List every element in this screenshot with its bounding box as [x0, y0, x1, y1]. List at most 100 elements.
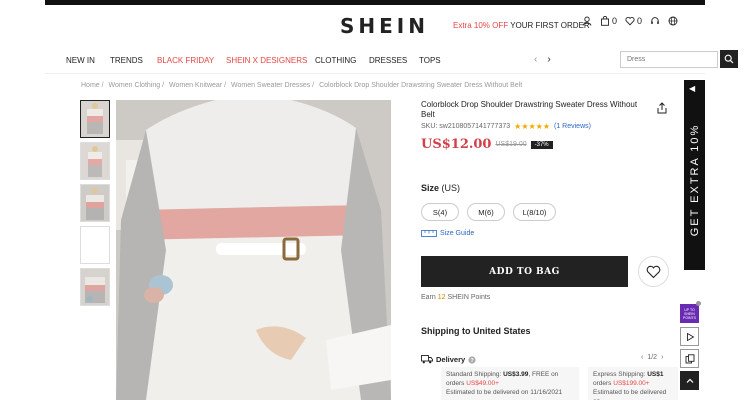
- sku-row: SKU: sw2108057141777373 ★★★★★ (1 Reviews…: [421, 122, 591, 131]
- support-icon[interactable]: [650, 16, 660, 26]
- thumbnail-1[interactable]: [80, 100, 110, 138]
- search-button[interactable]: [720, 50, 738, 68]
- globe-icon[interactable]: [668, 16, 678, 26]
- nav-item-shein-x-designers[interactable]: SHEIN X DESIGNERS: [226, 56, 307, 65]
- wishlist-button[interactable]: 0: [625, 16, 642, 26]
- close-badge-icon[interactable]: [696, 301, 701, 306]
- express-estimate: Estimated to be delivered on: [593, 389, 667, 400]
- discount-badge: -37%: [530, 140, 553, 149]
- chevron-up-icon: [686, 378, 693, 383]
- standard-threshold: US$49.00+: [466, 380, 499, 387]
- product-title: Colorblock Drop Shoulder Drawstring Swea…: [421, 100, 638, 119]
- nav-item-clothing[interactable]: CLOTHING: [315, 56, 356, 65]
- thumbnail-4[interactable]: [80, 226, 110, 264]
- nav-item-trends[interactable]: TRENDS: [110, 56, 143, 65]
- breadcrumb-current: Colorblock Drop Shoulder Drawstring Swea…: [319, 82, 523, 89]
- reviews-link[interactable]: (1 Reviews): [554, 123, 591, 130]
- size-option-m[interactable]: M(6): [467, 203, 505, 221]
- size-label: Size (US): [421, 183, 460, 193]
- points-value: 12: [437, 294, 446, 301]
- nav-prev-icon[interactable]: ‹: [534, 54, 537, 65]
- standard-estimate: Estimated to be delivered on 11/16/2021: [446, 389, 563, 396]
- points-info: Earn 12 SHEIN Points: [421, 294, 490, 301]
- delivery-label: Delivery: [436, 355, 466, 364]
- collapse-arrow-icon[interactable]: ◀: [689, 84, 695, 93]
- size-option-s[interactable]: S(4): [421, 203, 459, 221]
- main-product-image[interactable]: [116, 100, 391, 400]
- heart-outline-icon: [646, 265, 661, 278]
- pager-next-icon[interactable]: ›: [661, 354, 663, 361]
- heart-icon: [625, 17, 635, 26]
- express-label: Express Shipping:: [593, 371, 646, 378]
- points-promo-badge[interactable]: UP TO SHEIN POINTS: [680, 304, 699, 323]
- standard-shipping-card: Standard Shipping: US$3.99, FREE on orde…: [441, 367, 579, 400]
- thumbnail-5[interactable]: [80, 268, 110, 306]
- promo-highlight: Extra 10% OFF: [453, 21, 509, 30]
- wishlist-heart-button[interactable]: [638, 256, 669, 287]
- compare-button[interactable]: [680, 349, 699, 368]
- site-header: SHEIN Extra 10% OFF YOUR FIRST ORDER 0 0: [45, 5, 705, 45]
- shipping-title: Shipping to United States: [421, 326, 531, 336]
- help-icon[interactable]: ?: [468, 355, 476, 364]
- ruler-icon: [421, 230, 437, 237]
- share-icon: [657, 102, 667, 114]
- thumbnail-2[interactable]: [80, 142, 110, 180]
- copy-icon: [685, 353, 694, 363]
- original-price: US$19.00: [495, 141, 527, 148]
- rating-stars-icon: ★★★★★: [514, 122, 550, 131]
- standard-label: Standard Shipping:: [446, 371, 502, 378]
- nav-item-tops[interactable]: TOPS: [419, 56, 441, 65]
- play-icon: [686, 332, 694, 341]
- account-icon[interactable]: [582, 16, 592, 26]
- size-heading: Size: [421, 183, 440, 193]
- nav-item-new-in[interactable]: NEW IN: [66, 56, 95, 65]
- main-nav: NEW IN TRENDS BLACK FRIDAY SHEIN X DESIG…: [45, 48, 738, 74]
- size-guide-label: Size Guide: [440, 230, 475, 237]
- first-order-promo[interactable]: Extra 10% OFF YOUR FIRST ORDER: [453, 21, 590, 30]
- header-icons: 0 0: [582, 16, 682, 26]
- search-input[interactable]: [620, 51, 718, 68]
- banner-text: GET EXTRA 10%: [688, 123, 701, 237]
- get-extra-banner[interactable]: ◀ GET EXTRA 10%: [684, 80, 705, 270]
- shein-logo[interactable]: SHEIN: [340, 14, 429, 38]
- nav-arrows: ‹ ›: [534, 54, 551, 65]
- back-to-top-button[interactable]: [680, 371, 699, 390]
- price-row: US$12.00 US$19.00 -37%: [421, 137, 553, 152]
- breadcrumb-women-clothing[interactable]: Women Clothing /: [109, 82, 165, 89]
- thumbnail-3[interactable]: [80, 184, 110, 222]
- size-option-l[interactable]: L(8/10): [513, 203, 556, 221]
- express-shipping-card: Express Shipping: US$1 orders US$199.00+…: [588, 367, 678, 400]
- bag-count: 0: [612, 16, 618, 26]
- shipping-pager: ‹ 1/2 ›: [641, 354, 663, 361]
- standard-price: US$3.99: [503, 371, 529, 378]
- express-price: US$1: [647, 371, 664, 378]
- breadcrumb: Home / Women Clothing / Women Knitwear /…: [81, 82, 525, 89]
- points-prefix: Earn: [421, 294, 436, 301]
- wishlist-count: 0: [637, 16, 643, 26]
- add-to-bag-button[interactable]: ADD TO BAG: [421, 256, 628, 287]
- size-guide-link[interactable]: Size Guide: [421, 230, 474, 237]
- nav-item-dresses[interactable]: DRESSES: [369, 56, 407, 65]
- current-price: US$12.00: [421, 137, 492, 152]
- breadcrumb-women-knitwear[interactable]: Women Knitwear /: [169, 82, 226, 89]
- nav-next-icon[interactable]: ›: [547, 54, 550, 65]
- breadcrumb-home[interactable]: Home /: [81, 82, 104, 89]
- search-icon: [724, 54, 734, 64]
- points-suffix: SHEIN Points: [447, 294, 491, 301]
- express-threshold: US$199.00+: [613, 380, 650, 387]
- video-button[interactable]: [680, 327, 699, 346]
- express-free-text: orders: [593, 380, 612, 387]
- delivery-row: Delivery ?: [421, 355, 476, 364]
- breadcrumb-sweater-dresses[interactable]: Women Sweater Dresses /: [231, 82, 314, 89]
- bag-icon: [601, 16, 609, 26]
- share-button[interactable]: [656, 101, 668, 119]
- pager-prev-icon[interactable]: ‹: [641, 354, 643, 361]
- sku-text: SKU: sw2108057141777373: [421, 123, 511, 130]
- promo-text: YOUR FIRST ORDER: [510, 21, 590, 30]
- size-region: (US): [441, 183, 461, 193]
- pager-text: 1/2: [647, 354, 658, 361]
- bag-button[interactable]: 0: [600, 16, 617, 26]
- nav-item-black-friday[interactable]: BLACK FRIDAY: [157, 56, 214, 65]
- truck-icon: [421, 355, 433, 364]
- badge-line-3: POINTS: [682, 315, 697, 320]
